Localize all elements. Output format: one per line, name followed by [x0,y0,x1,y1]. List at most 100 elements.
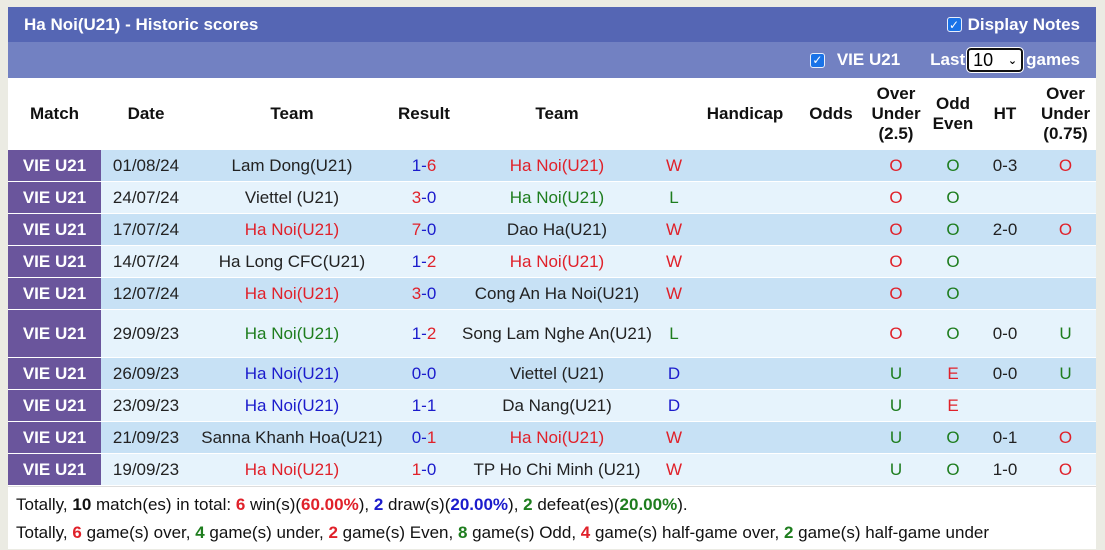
col-ou-half-l3: (0.75) [1043,124,1088,143]
col-odd-even: Odd Even [931,78,975,150]
summary-text: defeat(es)( [532,495,620,514]
odds-cell [801,150,861,182]
summary-even: 2 [328,523,338,542]
over-under-half-cell [1035,277,1096,310]
league-checkbox[interactable]: ✓ [809,52,825,68]
half-time-cell [975,277,1035,310]
match-cell[interactable]: VIE U21 [8,453,101,486]
match-cell[interactable]: VIE U21 [8,213,101,246]
summary-text: game(s) under, [204,523,329,542]
filter-bar: ✓ VIE U21 Last 10 ⌄ games [8,42,1096,78]
handicap-cell [689,309,801,358]
summary-text: match(es) in total: [91,495,236,514]
date-cell: 01/08/24 [101,150,191,182]
games-count-value: 10 [973,49,994,70]
win-loss-cell: W [659,453,689,486]
score-away: 0 [426,283,437,303]
home-team-cell[interactable]: Lam Dong(U21) [191,150,393,182]
col-wl [659,78,689,150]
league-filter[interactable]: ✓ VIE U21 [809,50,900,70]
date-cell: 26/09/23 [101,357,191,390]
away-team-cell[interactable]: Cong An Ha Noi(U21) [455,277,659,310]
match-cell[interactable]: VIE U21 [8,245,101,278]
home-team-cell[interactable]: Sanna Khanh Hoa(U21) [191,421,393,454]
date-cell: 24/07/24 [101,181,191,214]
summary-text: game(s) over, [81,523,196,542]
summary-over: 6 [72,523,82,542]
over-under-cell: U [861,389,931,422]
away-team-cell[interactable]: Da Nang(U21) [455,389,659,422]
half-time-cell [975,181,1035,214]
date-cell: 23/09/23 [101,389,191,422]
match-cell[interactable]: VIE U21 [8,421,101,454]
handicap-cell [689,245,801,278]
over-under-cell: U [861,421,931,454]
odd-even-cell: O [931,453,975,486]
home-team-cell[interactable]: Ha Noi(U21) [191,389,393,422]
summary-defeat-pct: 20.00% [619,495,678,514]
match-cell[interactable]: VIE U21 [8,150,101,182]
table-row: VIE U21 17/07/24 Ha Noi(U21) 7-0 Dao Ha(U21)… [8,213,1096,246]
home-team-cell[interactable]: Ha Noi(U21) [191,357,393,390]
odds-cell [801,277,861,310]
col-odd-even-l1: Odd [936,94,970,113]
table-body: VIE U21 01/08/24 Lam Dong(U21) 1-6 Ha Noi(U2… [8,150,1096,486]
score-away: 6 [426,155,437,175]
display-notes-checkbox[interactable]: ✓ [946,17,962,32]
win-loss-cell: D [659,357,689,390]
home-team-cell[interactable]: Ha Noi(U21) [191,277,393,310]
away-team-cell[interactable]: Ha Noi(U21) [455,181,659,214]
over-under-cell: O [861,277,931,310]
col-result: Result [393,78,455,150]
match-cell[interactable]: VIE U21 [8,309,101,358]
over-under-cell: O [861,213,931,246]
score-away: 0 [426,219,437,239]
score-home: 1 [411,459,422,479]
result-cell: 1-0 [393,453,455,486]
over-under-half-cell: U [1035,357,1096,390]
home-team-cell[interactable]: Viettel (U21) [191,181,393,214]
away-team-cell[interactable]: Song Lam Nghe An(U21) [455,309,659,358]
over-under-half-cell: O [1035,453,1096,486]
score-home: 1 [411,155,422,175]
display-notes-toggle[interactable]: ✓ Display Notes [946,15,1080,35]
away-team-cell[interactable]: Ha Noi(U21) [455,421,659,454]
col-odds: Odds [801,78,861,150]
half-time-cell [975,389,1035,422]
home-team-cell[interactable]: Ha Noi(U21) [191,309,393,358]
win-loss-cell: W [659,150,689,182]
summary-under: 4 [195,523,205,542]
away-team-cell[interactable]: Dao Ha(U21) [455,213,659,246]
handicap-cell [689,150,801,182]
last-label: Last [930,50,966,69]
score-home: 0 [411,363,422,383]
home-team-cell[interactable]: Ha Long CFC(U21) [191,245,393,278]
match-cell[interactable]: VIE U21 [8,181,101,214]
match-cell[interactable]: VIE U21 [8,277,101,310]
score-home: 3 [411,187,422,207]
away-team-cell[interactable]: Viettel (U21) [455,357,659,390]
away-team-cell[interactable]: TP Ho Chi Minh (U21) [455,453,659,486]
over-under-cell: O [861,181,931,214]
title-bar: Ha Noi(U21) - Historic scores ✓ Display … [8,7,1096,42]
match-cell[interactable]: VIE U21 [8,389,101,422]
table-row: VIE U21 23/09/23 Ha Noi(U21) 1-1 Da Nang(U21… [8,389,1096,422]
col-over-under-half: Over Under (0.75) [1035,78,1096,150]
games-count-select[interactable]: 10 ⌄ [966,47,1025,73]
panel-title: Ha Noi(U21) - Historic scores [24,14,259,34]
odd-even-cell: O [931,245,975,278]
half-time-cell: 2-0 [975,213,1035,246]
summary-text: game(s) Even, [337,523,458,542]
away-team-cell[interactable]: Ha Noi(U21) [455,150,659,182]
date-cell: 19/09/23 [101,453,191,486]
match-cell[interactable]: VIE U21 [8,357,101,390]
odds-cell [801,389,861,422]
home-team-cell[interactable]: Ha Noi(U21) [191,453,393,486]
home-team-cell[interactable]: Ha Noi(U21) [191,213,393,246]
half-time-cell: 1-0 [975,453,1035,486]
away-team-cell[interactable]: Ha Noi(U21) [455,245,659,278]
score-away: 1 [426,395,437,415]
score-away: 1 [426,427,437,447]
handicap-cell [689,357,801,390]
score-home: 1 [411,323,422,343]
